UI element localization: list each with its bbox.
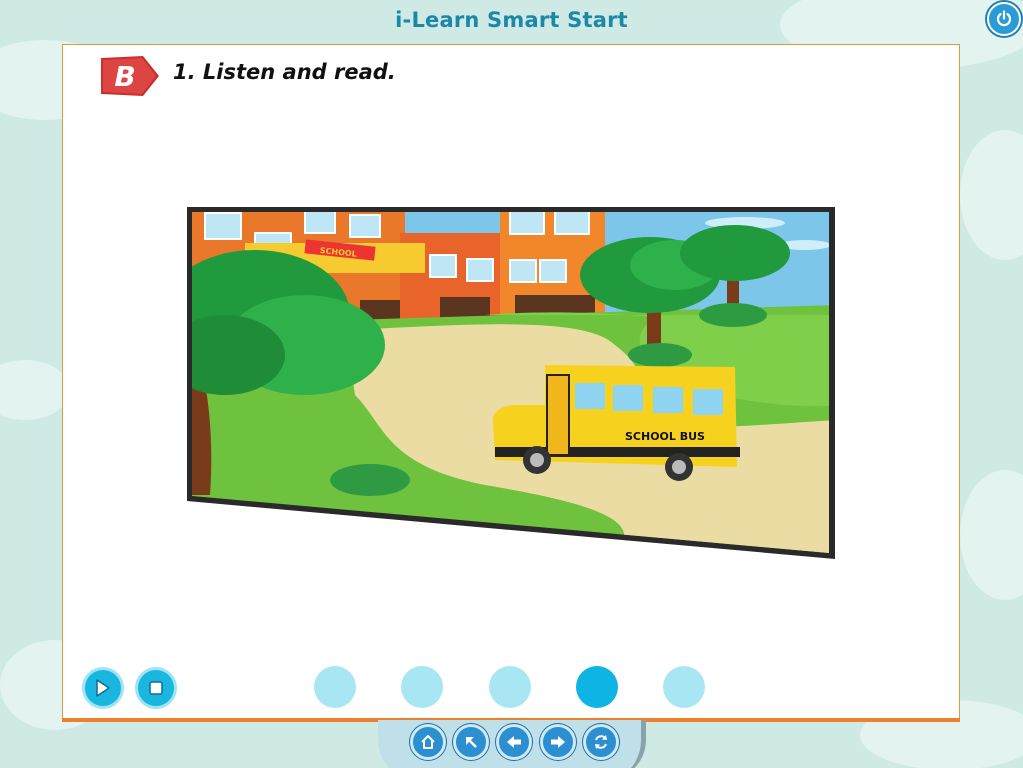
refresh-button[interactable] bbox=[583, 724, 619, 760]
power-icon bbox=[996, 10, 1012, 27]
arrow-up-left-icon bbox=[466, 737, 477, 748]
home-button[interactable] bbox=[410, 724, 446, 760]
stop-button[interactable] bbox=[135, 667, 177, 709]
play-icon bbox=[96, 679, 110, 697]
scene-illustration: SCHOOL SCHOOL BUS bbox=[187, 207, 835, 559]
power-button[interactable] bbox=[987, 2, 1021, 36]
next-button[interactable] bbox=[540, 724, 576, 760]
app-title: i-Learn Smart Start bbox=[395, 8, 628, 32]
background-cloud bbox=[960, 130, 1023, 260]
bus-label: SCHOOL BUS bbox=[625, 430, 705, 443]
background-cloud bbox=[0, 360, 70, 420]
arrow-left-icon bbox=[507, 736, 521, 748]
back-to-menu-button[interactable] bbox=[453, 724, 489, 760]
page-dot-3[interactable] bbox=[489, 666, 531, 708]
previous-button[interactable] bbox=[496, 724, 532, 760]
background-cloud bbox=[960, 470, 1023, 600]
refresh-icon bbox=[595, 735, 607, 749]
play-button[interactable] bbox=[82, 667, 124, 709]
stop-icon bbox=[149, 681, 163, 695]
page-dot-1[interactable] bbox=[314, 666, 356, 708]
page-dot-4[interactable] bbox=[576, 666, 618, 708]
page-dot-2[interactable] bbox=[401, 666, 443, 708]
section-letter: B bbox=[114, 60, 136, 93]
page-dot-5[interactable] bbox=[663, 666, 705, 708]
instruction-text: 1. Listen and read. bbox=[173, 60, 396, 84]
arrow-right-icon bbox=[551, 736, 565, 748]
home-icon bbox=[421, 735, 435, 749]
